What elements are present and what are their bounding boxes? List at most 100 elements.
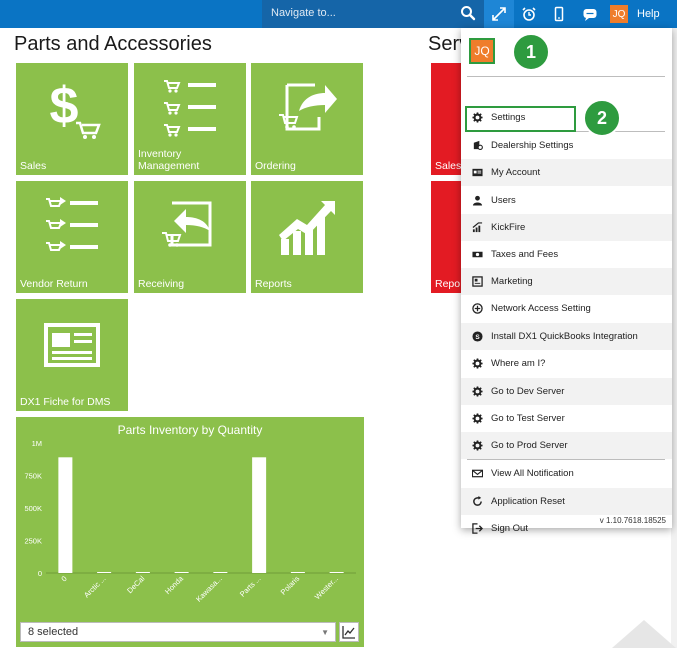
- tile-label: Receiving: [138, 278, 185, 290]
- menu-item-label: Go to Prod Server: [491, 440, 568, 451]
- menu-item-label: Network Access Setting: [491, 303, 591, 314]
- y-tick-label: 0: [38, 569, 42, 578]
- bar[interactable]: [213, 572, 228, 573]
- user-icon: [471, 195, 483, 207]
- tile-receiving[interactable]: Receiving: [134, 181, 246, 293]
- menu-divider: [467, 76, 665, 77]
- bar[interactable]: [135, 572, 150, 573]
- gear-icon: [471, 413, 483, 425]
- alarm-button[interactable]: [514, 0, 544, 28]
- tile-label: Reports: [255, 278, 292, 290]
- receive-icon: [162, 201, 212, 247]
- cart-list-icon: [164, 80, 216, 137]
- tile-label: DX1 Fiche for DMS: [20, 396, 111, 408]
- menu-item-view-all-notification[interactable]: View All Notification: [461, 460, 672, 487]
- dealership-settings-icon: [471, 140, 483, 152]
- tile-label: Repo: [435, 278, 461, 290]
- menu-item-label: Go to Test Server: [491, 413, 565, 424]
- reset-icon: [471, 496, 483, 508]
- menu-avatar[interactable]: JQ: [469, 38, 495, 64]
- help-link[interactable]: Help: [637, 8, 660, 20]
- menu-item-go-to-prod-server[interactable]: Go to Prod Server: [461, 432, 672, 459]
- network-icon: [471, 303, 483, 315]
- menu-item-label: Dealership Settings: [491, 140, 574, 151]
- tile-vendor-return[interactable]: Vendor Return: [16, 181, 128, 293]
- tile-inventory-management[interactable]: Inventory Management: [134, 63, 246, 175]
- page-title: Parts and Accessories: [14, 33, 212, 55]
- tile-reports[interactable]: Reports: [251, 181, 363, 293]
- parts-inventory-chart-panel: Parts Inventory by Quantity 0 250K 500K 750…: [16, 417, 364, 647]
- x-tick-label: Honda: [163, 573, 186, 596]
- mobile-button[interactable]: [544, 0, 574, 28]
- menu-item-my-account[interactable]: My Account: [461, 159, 672, 186]
- menu-item-kickfire[interactable]: KickFire: [461, 214, 672, 241]
- x-tick-label: Kawasa...: [194, 574, 224, 604]
- menu-item-label: Install DX1 QuickBooks Integration: [491, 331, 638, 342]
- chart-type-button[interactable]: [339, 622, 359, 642]
- bar[interactable]: [174, 572, 189, 573]
- menu-item-application-reset[interactable]: Application Reset: [461, 488, 672, 515]
- tile-ordering[interactable]: Ordering: [251, 63, 363, 175]
- x-tick-label: 0: [59, 574, 68, 583]
- expand-icon: [492, 7, 506, 21]
- tile-label: Sales: [20, 160, 47, 172]
- y-tick-label: 750K: [24, 472, 42, 481]
- menu-item-taxes-and-fees[interactable]: Taxes and Fees: [461, 241, 672, 268]
- menu-item-dealership-settings[interactable]: Dealership Settings: [461, 132, 672, 159]
- menu-item-label: KickFire: [491, 222, 526, 233]
- gear-icon: [471, 358, 483, 370]
- bar-chart: 0 250K 500K 750K 1M 0 Arctic ... DeCal Honda Kawa…: [24, 439, 356, 604]
- bar[interactable]: [252, 457, 267, 573]
- dealership-settings-highlight: [465, 106, 576, 132]
- callout-2: 2: [583, 99, 621, 137]
- line-chart-icon: [342, 626, 355, 639]
- menu-item-label: View All Notification: [491, 468, 574, 479]
- menu-item-install-dx1-quickbooks-integration[interactable]: S Install DX1 QuickBooks Integration: [461, 323, 672, 350]
- newspaper-icon: [44, 323, 100, 367]
- bar[interactable]: [58, 457, 73, 573]
- bar[interactable]: [329, 572, 344, 573]
- version-label: v 1.10.7618.18525: [599, 516, 666, 525]
- series-select[interactable]: 8 selected ▼: [20, 622, 336, 642]
- gear-icon: [471, 386, 483, 398]
- user-avatar-button[interactable]: JQ: [610, 5, 628, 23]
- bar[interactable]: [97, 572, 112, 573]
- menu-item-where-am-i[interactable]: Where am I?: [461, 350, 672, 377]
- x-tick-label: DeCal: [125, 574, 146, 595]
- menu-item-users[interactable]: Users: [461, 187, 672, 214]
- y-tick-label: 500K: [24, 504, 42, 513]
- menu-item-network-access-setting[interactable]: Network Access Setting: [461, 295, 672, 322]
- fullscreen-button[interactable]: [484, 0, 514, 28]
- chat-icon: [583, 9, 597, 21]
- gear-icon: [471, 440, 483, 452]
- menu-item-label: Where am I?: [491, 358, 546, 369]
- chat-button[interactable]: [575, 0, 605, 28]
- menu-item-label: Taxes and Fees: [491, 249, 559, 260]
- search-icon[interactable]: [460, 5, 476, 21]
- x-tick-label: Parts ...: [238, 574, 263, 599]
- x-tick-label: Polaris: [279, 574, 302, 597]
- y-tick-label: 250K: [24, 537, 42, 546]
- money-icon: [471, 249, 483, 261]
- chevron-down-icon: ▼: [321, 628, 329, 637]
- callout-1: 1: [512, 33, 550, 71]
- navigate-search-box[interactable]: Navigate to...: [262, 0, 484, 28]
- bar[interactable]: [290, 572, 305, 573]
- menu-item-label: Marketing: [491, 276, 533, 287]
- mobile-phone-icon: [554, 6, 564, 22]
- scroll-top-button[interactable]: [612, 620, 676, 648]
- tile-label: Ordering: [255, 160, 296, 172]
- y-tick-label: 1M: [32, 439, 42, 448]
- menu-item-marketing[interactable]: Marketing: [461, 268, 672, 295]
- menu-item-label: Go to Dev Server: [491, 386, 565, 397]
- tile-sales[interactable]: $ Sales: [16, 63, 128, 175]
- menu-item-go-to-test-server[interactable]: Go to Test Server: [461, 405, 672, 432]
- menu-item-go-to-dev-server[interactable]: Go to Dev Server: [461, 378, 672, 405]
- id-card-icon: [471, 167, 483, 179]
- tile-dx1-fiche[interactable]: DX1 Fiche for DMS: [16, 299, 128, 411]
- alarm-clock-icon: [522, 7, 536, 21]
- svg-text:$: $: [50, 77, 79, 135]
- tile-label: Inventory Management: [138, 148, 200, 172]
- chart-title: Parts Inventory by Quantity: [117, 423, 263, 437]
- return-list-icon: [46, 197, 98, 251]
